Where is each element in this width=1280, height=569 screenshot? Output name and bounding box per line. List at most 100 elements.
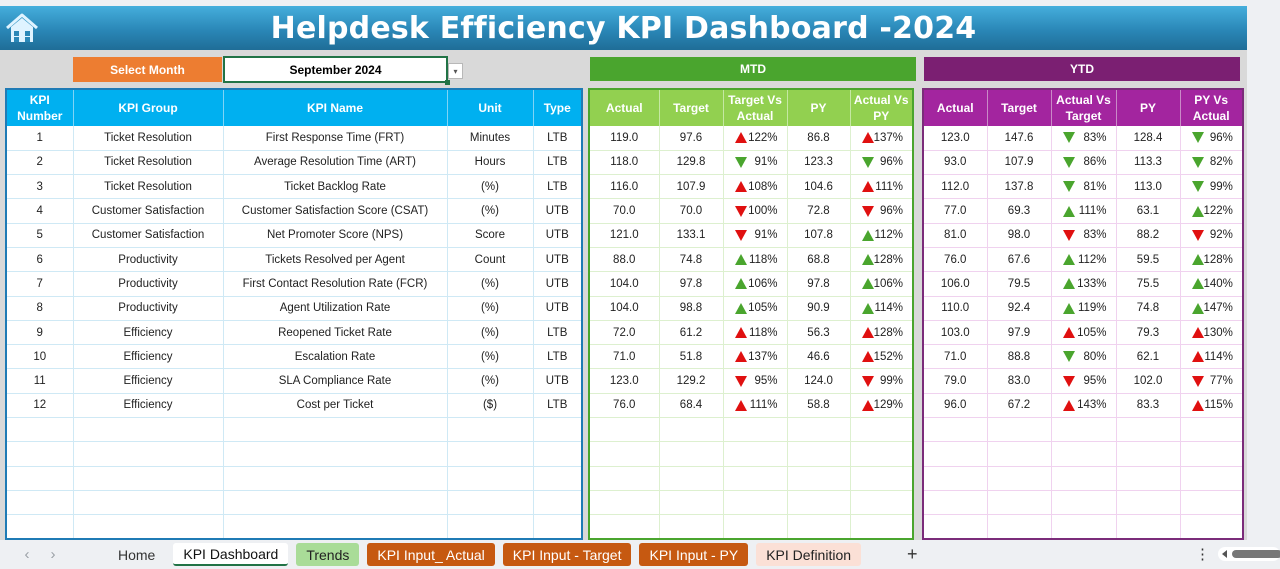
empty-cell[interactable] [1051,417,1117,443]
mtd-target-cell[interactable]: 97.6 [659,126,724,151]
mtd-actual-cell[interactable]: 76.0 [589,393,660,419]
mtd-actual-cell[interactable]: 104.0 [589,271,660,297]
empty-cell[interactable] [447,417,534,443]
mtd-target-cell[interactable]: 129.2 [659,368,724,394]
ytd-py-vs-actual-cell[interactable]: 92% [1180,223,1244,248]
empty-cell[interactable] [723,514,788,540]
empty-cell[interactable] [987,490,1052,516]
ytd-actual-vs-target-cell[interactable]: 83% [1051,126,1117,151]
unit-cell[interactable]: (%) [447,320,534,346]
mtd-actual-cell[interactable]: 116.0 [589,174,660,200]
vertical-ellipsis-icon[interactable]: ⋮ [1195,545,1210,563]
empty-cell[interactable] [73,490,224,516]
empty-cell[interactable] [659,417,724,443]
ytd-target-cell[interactable]: 67.2 [987,393,1052,419]
kpi-number-cell[interactable]: 11 [6,368,74,394]
ytd-actual-cell[interactable]: 79.0 [923,368,988,394]
ytd-actual-vs-target-cell[interactable]: 80% [1051,344,1117,370]
kpi-name-cell[interactable]: Escalation Rate [223,344,448,370]
ytd-target-cell[interactable]: 88.8 [987,344,1052,370]
kpi-number-cell[interactable]: 8 [6,296,74,321]
kpi-number-cell[interactable]: 5 [6,223,74,248]
empty-cell[interactable] [923,514,988,540]
ytd-actual-cell[interactable]: 81.0 [923,223,988,248]
kpi-number-cell[interactable]: 4 [6,198,74,224]
empty-cell[interactable] [223,466,448,491]
mtd-py-cell[interactable]: 90.9 [787,296,851,321]
mtd-py-cell[interactable]: 72.8 [787,198,851,224]
empty-cell[interactable] [850,466,914,491]
empty-cell[interactable] [1180,441,1244,467]
empty-cell[interactable] [923,466,988,491]
empty-cell[interactable] [6,466,74,491]
empty-cell[interactable] [987,417,1052,443]
kpi-name-cell[interactable]: Cost per Ticket [223,393,448,419]
empty-cell[interactable] [589,417,660,443]
type-cell[interactable]: UTB [533,223,583,248]
mtd-target-cell[interactable]: 129.8 [659,150,724,176]
empty-cell[interactable] [223,490,448,516]
empty-cell[interactable] [1051,490,1117,516]
kpi-name-cell[interactable]: Reopened Ticket Rate [223,320,448,346]
scroll-left-icon[interactable] [1222,550,1227,558]
empty-cell[interactable] [73,441,224,467]
empty-cell[interactable] [589,466,660,491]
mtd-target-cell[interactable]: 61.2 [659,320,724,346]
ytd-target-cell[interactable]: 107.9 [987,150,1052,176]
empty-cell[interactable] [987,466,1052,491]
mtd-target-cell[interactable]: 107.9 [659,174,724,200]
mtd-actual-vs-py-cell[interactable]: 114% [850,296,914,321]
mtd-target-cell[interactable]: 97.8 [659,271,724,297]
mtd-py-cell[interactable]: 123.3 [787,150,851,176]
empty-cell[interactable] [6,441,74,467]
mtd-actual-vs-py-cell[interactable]: 112% [850,223,914,248]
unit-cell[interactable]: ($) [447,393,534,419]
mtd-target-vs-actual-cell[interactable]: 118% [723,247,788,273]
mtd-actual-vs-py-cell[interactable]: 137% [850,126,914,151]
empty-cell[interactable] [787,514,851,540]
empty-cell[interactable] [659,441,724,467]
empty-cell[interactable] [589,490,660,516]
empty-cell[interactable] [447,441,534,467]
empty-cell[interactable] [659,490,724,516]
mtd-py-cell[interactable]: 58.8 [787,393,851,419]
empty-cell[interactable] [723,466,788,491]
empty-cell[interactable] [850,490,914,516]
kpi-number-cell[interactable]: 9 [6,320,74,346]
mtd-target-vs-actual-cell[interactable]: 95% [723,368,788,394]
kpi-group-cell[interactable]: Ticket Resolution [73,150,224,176]
ytd-target-cell[interactable]: 98.0 [987,223,1052,248]
ytd-py-cell[interactable]: 128.4 [1116,126,1181,151]
mtd-actual-vs-py-cell[interactable]: 106% [850,271,914,297]
unit-cell[interactable]: (%) [447,344,534,370]
empty-cell[interactable] [1051,514,1117,540]
sheet-tab-kpi-input-target[interactable]: KPI Input - Target [502,543,632,566]
empty-cell[interactable] [923,417,988,443]
chevron-right-icon[interactable]: › [40,546,66,563]
ytd-target-cell[interactable]: 69.3 [987,198,1052,224]
kpi-number-cell[interactable]: 3 [6,174,74,200]
mtd-target-vs-actual-cell[interactable]: 91% [723,150,788,176]
scrollbar-thumb[interactable] [1232,550,1280,558]
empty-cell[interactable] [659,514,724,540]
empty-cell[interactable] [1180,466,1244,491]
ytd-py-vs-actual-cell[interactable]: 82% [1180,150,1244,176]
kpi-name-cell[interactable]: First Response Time (FRT) [223,126,448,151]
mtd-actual-vs-py-cell[interactable]: 111% [850,174,914,200]
ytd-py-vs-actual-cell[interactable]: 96% [1180,126,1244,151]
ytd-actual-vs-target-cell[interactable]: 83% [1051,223,1117,248]
ytd-target-cell[interactable]: 92.4 [987,296,1052,321]
mtd-actual-vs-py-cell[interactable]: 128% [850,320,914,346]
mtd-py-cell[interactable]: 124.0 [787,368,851,394]
empty-cell[interactable] [723,490,788,516]
type-cell[interactable]: UTB [533,296,583,321]
empty-cell[interactable] [223,417,448,443]
horizontal-scrollbar[interactable] [1218,547,1280,561]
unit-cell[interactable]: (%) [447,271,534,297]
empty-cell[interactable] [447,514,534,540]
empty-cell[interactable] [723,441,788,467]
mtd-target-cell[interactable]: 98.8 [659,296,724,321]
unit-cell[interactable]: (%) [447,368,534,394]
ytd-py-cell[interactable]: 113.3 [1116,150,1181,176]
type-cell[interactable]: UTB [533,198,583,224]
